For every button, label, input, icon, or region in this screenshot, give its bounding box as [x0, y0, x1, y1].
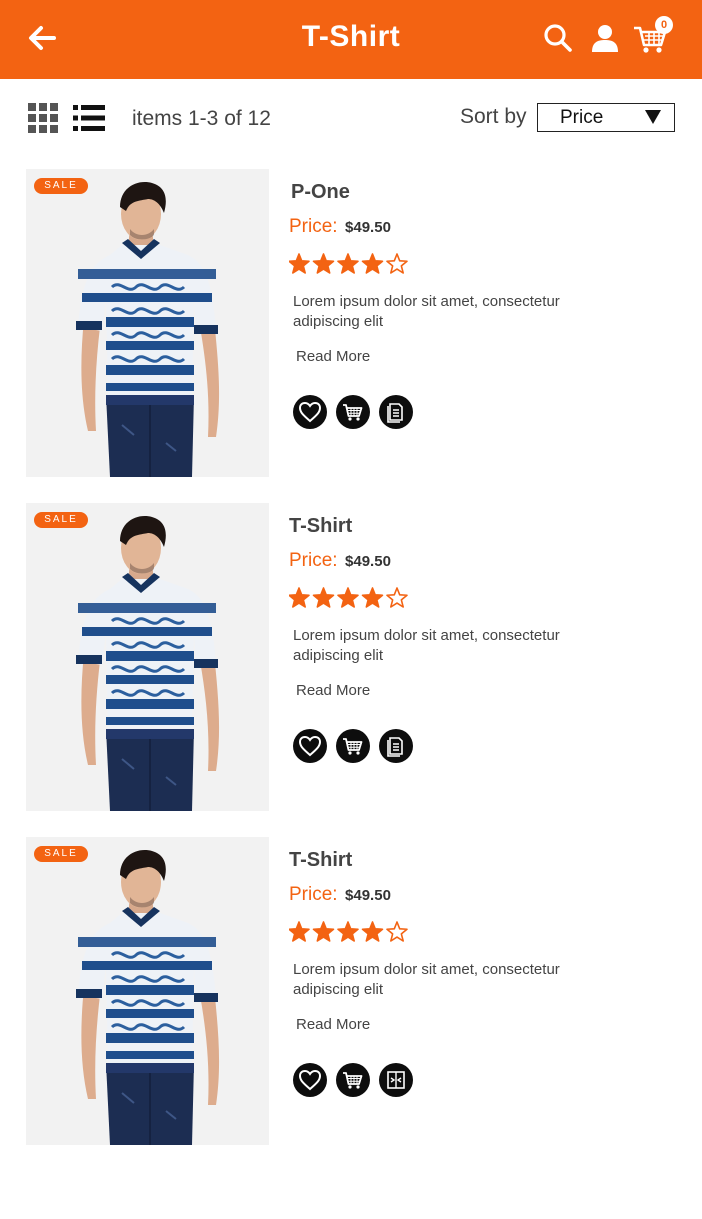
price-label: Price:	[289, 216, 338, 237]
star-filled-icon	[312, 921, 335, 942]
wishlist-button[interactable]	[293, 1063, 327, 1097]
star-empty-icon	[386, 587, 408, 608]
product-actions	[293, 395, 415, 429]
model-in-tshirt-illustration	[76, 516, 220, 811]
details-button[interactable]	[379, 729, 413, 763]
product-image[interactable]: SALE	[26, 837, 269, 1145]
product-actions	[293, 729, 415, 763]
sale-badge: SALE	[34, 846, 88, 862]
wishlist-button[interactable]	[293, 395, 327, 429]
star-filled-icon	[289, 921, 310, 942]
sort-selected-value: Price	[560, 107, 604, 128]
star-filled-icon	[361, 921, 384, 942]
model-in-tshirt-illustration	[76, 850, 220, 1145]
price-label: Price:	[289, 884, 338, 905]
user-icon[interactable]	[589, 22, 621, 54]
product-name[interactable]: P-One	[291, 181, 350, 204]
app-header: T-Shirt 0	[0, 0, 702, 79]
sort-by-label: Sort by	[460, 105, 527, 128]
star-empty-icon	[386, 921, 408, 942]
star-filled-icon	[289, 587, 310, 608]
price-value: $49.50	[345, 887, 391, 904]
cart-count-badge: 0	[655, 16, 673, 34]
document-icon	[387, 737, 403, 757]
read-more-link[interactable]: Read More	[296, 348, 370, 365]
wishlist-button[interactable]	[293, 729, 327, 763]
star-filled-icon	[312, 587, 335, 608]
sale-badge: SALE	[34, 512, 88, 528]
grid-view-icon[interactable]	[28, 103, 58, 133]
product-description: Lorem ipsum dolor sit amet, consectetur …	[293, 961, 560, 998]
add-to-cart-button[interactable]	[336, 729, 370, 763]
rating-stars	[289, 253, 408, 274]
heart-icon	[298, 401, 322, 423]
product-card: SALE T-Shirt Price: $49.50 Lorem ipsum d…	[0, 837, 702, 1147]
rating-stars	[289, 921, 408, 942]
star-filled-icon	[289, 253, 310, 274]
rating-stars	[289, 587, 408, 608]
sale-badge: SALE	[34, 178, 88, 194]
cart-icon	[343, 1072, 363, 1089]
price-value: $49.50	[345, 219, 391, 236]
star-filled-icon	[337, 253, 359, 274]
product-image[interactable]: SALE	[26, 169, 269, 477]
product-name[interactable]: T-Shirt	[289, 515, 352, 538]
star-filled-icon	[361, 253, 384, 274]
list-view-icon[interactable]	[73, 104, 105, 132]
product-name[interactable]: T-Shirt	[289, 849, 352, 872]
items-count-label: items 1-3 of 12	[132, 107, 271, 130]
price-label: Price:	[289, 550, 338, 571]
model-in-tshirt-illustration	[76, 182, 220, 477]
read-more-link[interactable]: Read More	[296, 1016, 370, 1033]
add-to-cart-button[interactable]	[336, 395, 370, 429]
star-filled-icon	[337, 587, 359, 608]
product-description: Lorem ipsum dolor sit amet, consectetur …	[293, 293, 560, 330]
heart-icon	[298, 1069, 322, 1091]
search-icon[interactable]	[542, 22, 574, 54]
sort-select[interactable]: Price	[537, 103, 675, 132]
product-image[interactable]: SALE	[26, 503, 269, 811]
cart-icon	[343, 738, 363, 755]
product-description: Lorem ipsum dolor sit amet, consectetur …	[293, 627, 560, 664]
compare-icon	[387, 1071, 405, 1089]
price-row: Price: $49.50	[289, 884, 391, 906]
back-arrow-icon[interactable]	[26, 22, 58, 54]
star-filled-icon	[361, 587, 384, 608]
cart-icon	[343, 404, 363, 421]
star-filled-icon	[337, 921, 359, 942]
star-filled-icon	[312, 253, 335, 274]
star-empty-icon	[386, 253, 408, 274]
read-more-link[interactable]: Read More	[296, 682, 370, 699]
price-row: Price: $49.50	[289, 550, 391, 572]
listing-toolbar: items 1-3 of 12 Sort by Price	[0, 79, 702, 159]
details-button[interactable]	[379, 395, 413, 429]
compare-button[interactable]	[379, 1063, 413, 1097]
product-actions	[293, 1063, 415, 1097]
product-card: SALE P-One Price: $49.50 Lorem ipsum dol…	[0, 169, 702, 479]
price-row: Price: $49.50	[289, 216, 391, 238]
heart-icon	[298, 735, 322, 757]
product-card: SALE T-Shirt Price: $49.50 Lorem ipsum d…	[0, 503, 702, 813]
document-icon	[387, 403, 403, 423]
price-value: $49.50	[345, 553, 391, 570]
add-to-cart-button[interactable]	[336, 1063, 370, 1097]
dropdown-caret-icon	[645, 110, 661, 124]
